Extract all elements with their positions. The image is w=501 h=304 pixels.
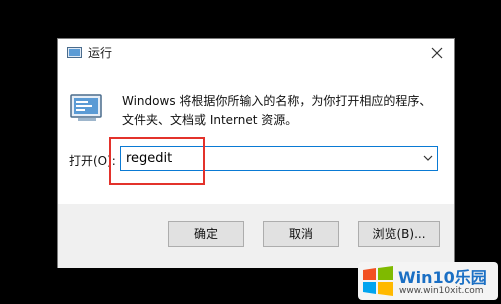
title-bar: 运行 [58, 39, 454, 69]
run-icon [67, 47, 82, 58]
cancel-button[interactable]: 取消 [263, 221, 339, 247]
windows-logo-icon [363, 266, 393, 296]
open-input[interactable]: regedit [126, 151, 172, 166]
site-watermark: Win10乐园 www.win10xit.com [358, 262, 498, 300]
dialog-description: Windows 将根据你所输入的名称，为你打开相应的程序、文件夹、文档或 Int… [122, 94, 432, 127]
watermark-title: Win10乐园 [398, 268, 487, 287]
run-program-icon [70, 94, 102, 121]
close-icon[interactable] [428, 44, 446, 62]
ok-button[interactable]: 确定 [168, 221, 244, 247]
watermark-url: www.win10xit.com [399, 286, 484, 296]
chevron-down-icon[interactable] [423, 154, 433, 162]
run-dialog: 运行 Windows 将根据你所输入的名称，为你打开相应的程序、文件夹、文档或 … [57, 38, 455, 268]
window-title: 运行 [88, 46, 113, 60]
browse-button[interactable]: 浏览(B)... [358, 221, 440, 247]
open-combobox[interactable]: regedit [120, 146, 438, 171]
open-label: 打开(O): [69, 154, 116, 168]
